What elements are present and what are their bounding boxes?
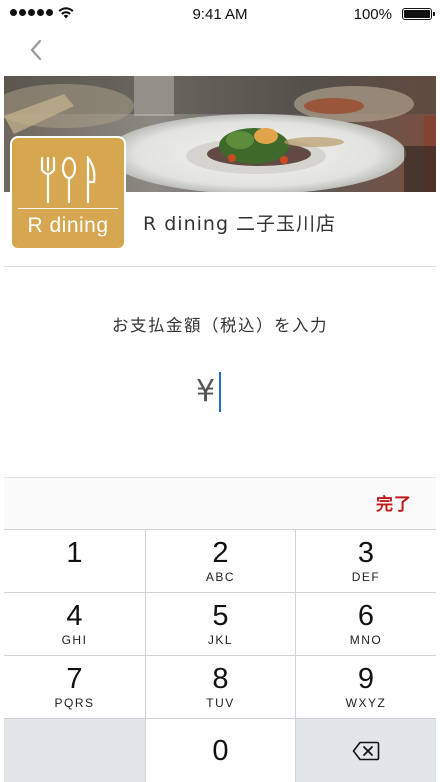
amount-prompt: お支払金額（税込）を入力: [112, 316, 328, 335]
key-letters: PQRS: [54, 696, 95, 710]
key-letters: WXYZ: [345, 696, 387, 710]
backspace-icon: [352, 741, 380, 760]
key-number: 9: [357, 663, 375, 695]
key-number: 8: [212, 663, 229, 695]
key-0[interactable]: 0: [146, 719, 295, 782]
logo-divider: [18, 208, 118, 209]
key-number: 3: [357, 537, 375, 569]
key-number: 2: [212, 537, 229, 569]
back-button[interactable]: [20, 34, 52, 66]
key-blank: [4, 719, 145, 782]
key-number: 6: [357, 600, 375, 632]
key-letters: JKL: [207, 633, 234, 647]
key-letters: TUV: [206, 696, 235, 710]
restaurant-logo: R dining: [12, 138, 124, 248]
chevron-left-icon: [30, 39, 42, 61]
key-letters: MNO: [349, 633, 383, 647]
key-number: 5: [212, 600, 229, 632]
text-cursor: [219, 372, 222, 412]
fork-spoon-knife-icon: [40, 156, 96, 204]
key-7[interactable]: 7 PQRS: [4, 656, 145, 718]
battery-percentage: 100%: [353, 6, 392, 23]
key-number: 4: [66, 600, 83, 632]
divider: [4, 266, 436, 267]
key-number: 0: [212, 734, 229, 767]
key-number: 1: [66, 537, 83, 569]
key-9[interactable]: 9 WXYZ: [296, 656, 436, 718]
currency-symbol: ¥: [196, 374, 216, 409]
keyboard-toolbar: 完了: [4, 477, 436, 529]
numeric-keypad: 1 2 ABC 3 DEF 4 GHI 5 JKL 6 MNO 7 PQRS 8 TUV 9W…: [4, 529, 436, 782]
amount-input[interactable]: ¥: [196, 372, 222, 412]
logo-text: R dining: [27, 214, 109, 237]
done-button[interactable]: 完了: [376, 490, 412, 515]
key-letters: GHI: [61, 633, 88, 647]
key-6[interactable]: 6 MNO: [296, 593, 436, 655]
key-8[interactable]: 8 TUV: [146, 656, 295, 718]
key-letters: ABC: [205, 570, 236, 584]
store-name: R dining 二子玉川店: [143, 213, 337, 235]
battery-icon: [402, 8, 435, 20]
key-letters: DEF: [351, 570, 381, 584]
delete-key[interactable]: [296, 719, 436, 782]
key-3[interactable]: 3 DEF: [296, 530, 436, 592]
status-bar: 9:41 AM 100%: [0, 0, 440, 28]
key-2[interactable]: 2 ABC: [146, 530, 295, 592]
key-1[interactable]: 1: [4, 530, 145, 592]
key-4[interactable]: 4 GHI: [4, 593, 145, 655]
key-5[interactable]: 5 JKL: [146, 593, 295, 655]
key-number: 7: [66, 663, 83, 695]
